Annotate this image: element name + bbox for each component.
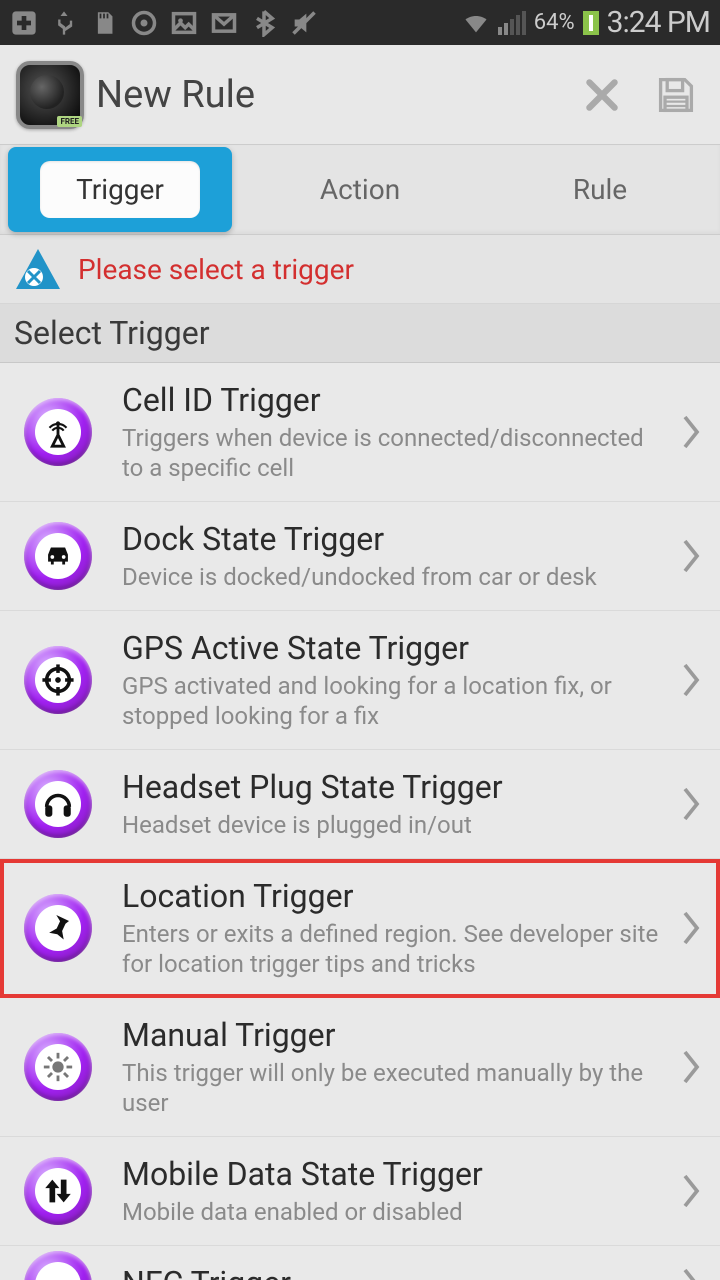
chevron-right-icon — [674, 774, 708, 834]
trigger-nfc[interactable]: NFC Trigger — [0, 1246, 720, 1280]
section-header: Select Trigger — [0, 304, 720, 363]
car-icon — [24, 522, 92, 590]
trigger-mobile-data[interactable]: Mobile Data State Trigger Mobile data en… — [0, 1137, 720, 1246]
battery-percentage: 64% — [534, 10, 575, 35]
item-title: Mobile Data State Trigger — [122, 1155, 664, 1193]
crosshair-icon — [24, 646, 92, 714]
tab-trigger-label: Trigger — [40, 161, 200, 218]
wifi-icon — [462, 9, 490, 37]
chevron-right-icon — [674, 1255, 708, 1280]
warning-icon — [14, 245, 62, 293]
headphones-icon — [24, 770, 92, 838]
sd-card-icon — [90, 9, 118, 37]
status-icons-left — [10, 9, 318, 37]
chevron-right-icon — [674, 898, 708, 958]
chevron-right-icon — [674, 1037, 708, 1097]
close-icon — [581, 74, 623, 116]
item-title: Manual Trigger — [122, 1016, 664, 1054]
item-desc: Mobile data enabled or disabled — [122, 1197, 664, 1227]
save-icon — [654, 73, 698, 117]
warning-text: Please select a trigger — [78, 253, 354, 286]
cancel-button[interactable] — [574, 67, 630, 123]
trigger-dock-state[interactable]: Dock State Trigger Device is docked/undo… — [0, 502, 720, 611]
gmail-icon — [210, 9, 238, 37]
bluetooth-icon — [250, 9, 278, 37]
item-title: Cell ID Trigger — [122, 381, 664, 419]
chevron-right-icon — [674, 1161, 708, 1221]
trigger-location[interactable]: Location Trigger Enters or exits a defin… — [0, 859, 720, 998]
item-title: GPS Active State Trigger — [122, 629, 664, 667]
battery-icon — [583, 11, 599, 35]
signal-icon — [498, 11, 526, 35]
plus-box-icon — [10, 9, 38, 37]
trigger-gps-state[interactable]: GPS Active State Trigger GPS activated a… — [0, 611, 720, 750]
chevron-right-icon — [674, 402, 708, 462]
arrows-up-down-icon — [24, 1157, 92, 1225]
chevron-right-icon — [674, 526, 708, 586]
item-desc: GPS activated and looking for a location… — [122, 671, 664, 731]
warning-row: Please select a trigger — [0, 235, 720, 304]
nfc-icon — [24, 1251, 92, 1280]
save-button[interactable] — [648, 67, 704, 123]
pin-icon — [24, 894, 92, 962]
gear-icon — [24, 1033, 92, 1101]
image-icon — [170, 9, 198, 37]
status-bar: 64% 3:24 PM — [0, 0, 720, 45]
status-icons-right: 64% 3:24 PM — [462, 5, 710, 40]
page-title: New Rule — [96, 73, 556, 117]
item-desc: Enters or exits a defined region. See de… — [122, 919, 664, 979]
item-title: Dock State Trigger — [122, 520, 664, 558]
item-title: NFC Trigger — [122, 1264, 664, 1280]
usb-icon — [50, 9, 78, 37]
tab-rule[interactable]: Rule — [480, 145, 720, 234]
target-icon — [130, 9, 158, 37]
cell-tower-icon — [24, 398, 92, 466]
item-desc: Triggers when device is connected/discon… — [122, 423, 664, 483]
item-title: Headset Plug State Trigger — [122, 768, 664, 806]
tab-rule-label: Rule — [573, 173, 627, 206]
tab-bar: Trigger Action Rule — [0, 145, 720, 235]
trigger-list: Cell ID Trigger Triggers when device is … — [0, 363, 720, 1280]
item-desc: Device is docked/undocked from car or de… — [122, 562, 664, 592]
item-desc: This trigger will only be executed manua… — [122, 1058, 664, 1118]
tab-action[interactable]: Action — [240, 145, 480, 234]
mute-icon — [290, 9, 318, 37]
trigger-headset[interactable]: Headset Plug State Trigger Headset devic… — [0, 750, 720, 859]
trigger-cell-id[interactable]: Cell ID Trigger Triggers when device is … — [0, 363, 720, 502]
item-title: Location Trigger — [122, 877, 664, 915]
app-icon — [16, 61, 84, 129]
tab-action-label: Action — [320, 173, 400, 206]
item-desc: Headset device is plugged in/out — [122, 810, 664, 840]
chevron-right-icon — [674, 650, 708, 710]
app-header: New Rule — [0, 45, 720, 145]
tab-trigger[interactable]: Trigger — [0, 145, 240, 234]
status-clock: 3:24 PM — [607, 5, 710, 40]
trigger-manual[interactable]: Manual Trigger This trigger will only be… — [0, 998, 720, 1137]
